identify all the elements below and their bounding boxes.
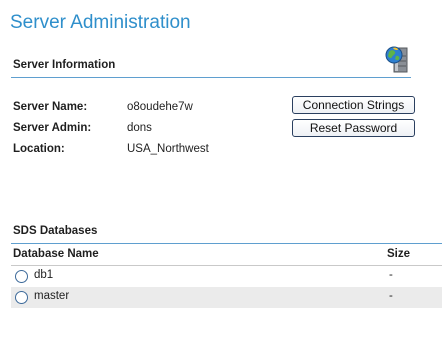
database-size-cell: - (389, 269, 393, 281)
section-divider (11, 243, 442, 244)
sds-databases-heading: SDS Databases (13, 225, 98, 237)
section-divider (11, 77, 411, 78)
server-name-value: o8oudehe7w (127, 101, 193, 113)
database-name-cell: master (34, 290, 70, 302)
server-admin-label: Server Admin: (13, 122, 92, 134)
location-label: Location: (13, 143, 65, 155)
reset-password-button[interactable]: Reset Password (292, 119, 415, 137)
column-header-size: Size (387, 248, 411, 260)
column-header-database-name: Database Name (13, 248, 99, 260)
connection-strings-button[interactable]: Connection Strings (292, 96, 415, 114)
table-header: Database Name Size (11, 246, 442, 266)
location-value: USA_Northwest (127, 143, 209, 155)
table-row[interactable]: db1 - (11, 266, 442, 287)
databases-table: Database Name Size db1 - master - (11, 246, 442, 308)
row-select-radio[interactable] (15, 270, 28, 283)
database-name-cell: db1 (34, 269, 54, 281)
server-globe-icon (383, 44, 411, 74)
server-admin-value: dons (127, 122, 152, 134)
database-size-cell: - (389, 290, 393, 302)
server-name-label: Server Name: (13, 101, 88, 113)
server-information-heading: Server Information (13, 59, 116, 71)
table-row[interactable]: master - (11, 287, 442, 308)
page-title: Server Administration (10, 12, 191, 33)
row-select-radio[interactable] (15, 291, 28, 304)
